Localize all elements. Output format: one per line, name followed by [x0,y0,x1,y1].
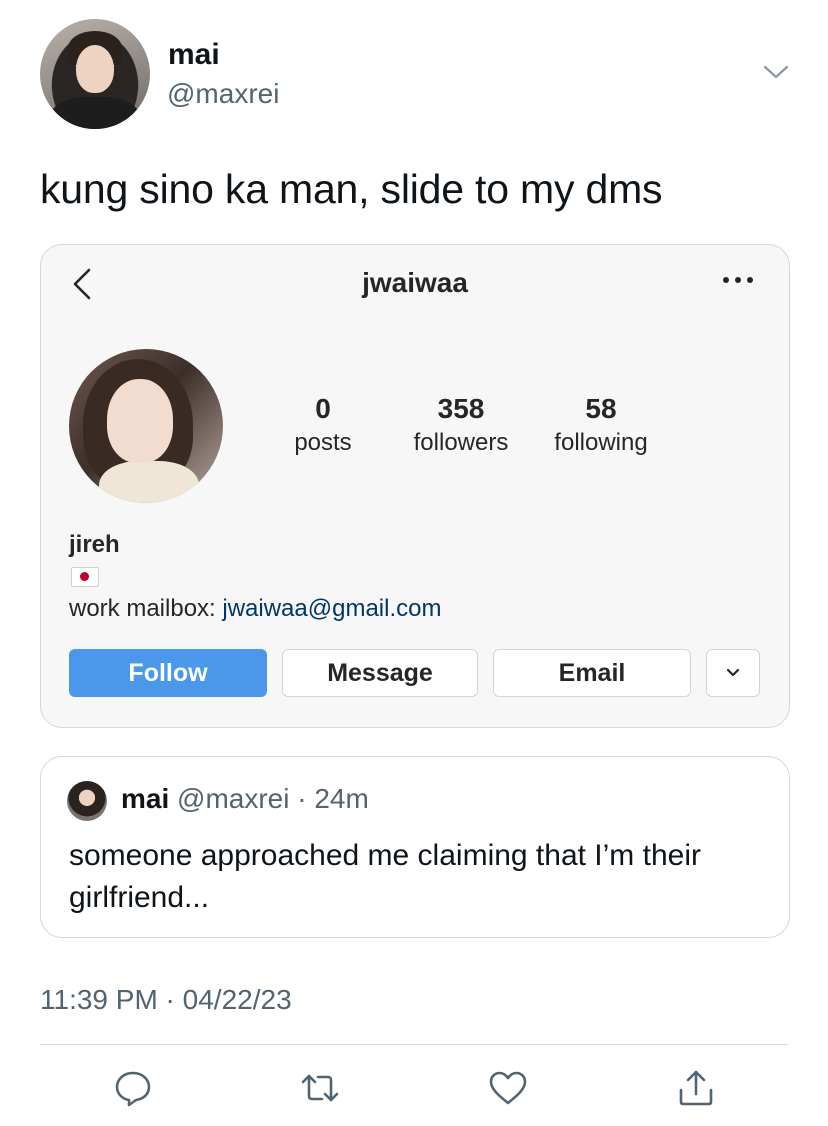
quoted-author-avatar [67,781,107,821]
attached-image-instagram-profile[interactable]: jwaiwaa 0 posts 358 followers 58 followi… [40,244,790,728]
quoted-tweet-header: mai @maxrei · 24m [121,783,369,815]
chevron-down-icon [726,668,740,677]
ig-stat-followers: 358 followers [401,391,521,459]
ig-bio-email-link: jwaiwaa@gmail.com [222,595,442,622]
ig-profile-name: jireh [69,531,120,558]
ig-profile-avatar [69,349,223,503]
quoted-author-name: mai [121,783,170,814]
author-display-name[interactable]: mai [168,38,220,72]
ig-message-button: Message [282,649,478,697]
ig-stat-following: 58 following [541,391,661,459]
quoted-tweet-text: someone approached me claiming that I’m … [69,839,701,914]
quoted-author-meta: @maxrei · 24m [177,783,369,814]
ig-stat-posts: 0 posts [273,391,373,459]
reply-icon[interactable] [113,1068,153,1108]
ig-followers-count: 358 [437,393,485,424]
author-avatar[interactable] [40,19,150,129]
ig-follow-button: Follow [69,649,267,697]
ig-username: jwaiwaa [362,267,468,298]
ig-posts-count: 0 [315,393,331,424]
tweet-timestamp[interactable]: 11:39 PM · 04/22/23 [40,984,292,1016]
ig-posts-label: posts [294,429,352,456]
ig-following-label: following [554,429,648,456]
tweet-text: kung sino ka man, slide to my dms [40,166,663,212]
ig-following-count: 58 [585,393,617,424]
ig-bio: work mailbox: jwaiwaa@gmail.com [69,595,441,623]
divider [40,1044,788,1045]
chevron-down-icon[interactable] [762,62,790,82]
ig-bio-prefix: work mailbox: [69,595,223,622]
ig-suggested-dropdown-button [706,649,760,697]
author-handle[interactable]: @maxrei [167,78,279,110]
ig-followers-label: followers [413,429,509,456]
retweet-icon[interactable] [300,1068,340,1108]
ig-email-button: Email [493,649,691,697]
japan-flag-icon [71,567,99,587]
quoted-tweet[interactable]: mai @maxrei · 24m someone approached me … [40,756,790,938]
heart-icon[interactable] [488,1068,528,1108]
share-icon[interactable] [676,1068,716,1108]
more-horizontal-icon [723,277,753,283]
